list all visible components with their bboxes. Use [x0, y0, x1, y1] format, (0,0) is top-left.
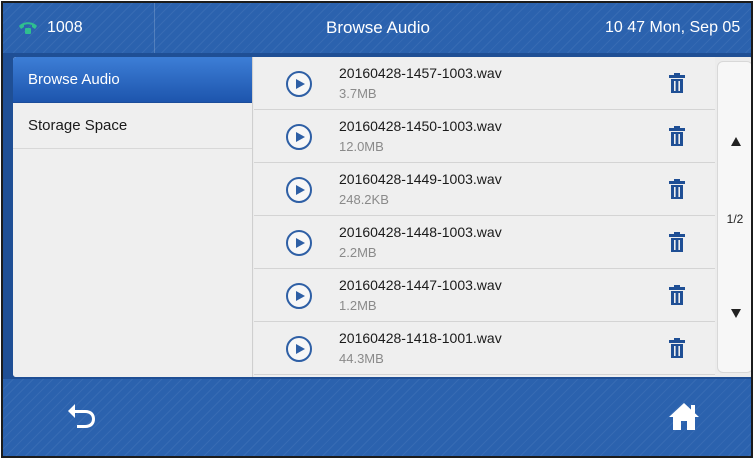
file-size: 3.7MB	[339, 86, 377, 101]
play-icon[interactable]	[286, 230, 312, 256]
page-indicator: 1/2	[726, 212, 744, 226]
file-name: 20160428-1450-1003.wav	[339, 118, 502, 134]
sidebar-item-label: Browse Audio	[28, 71, 120, 88]
sidebar: Browse Audio Storage Space	[13, 57, 253, 377]
sidebar-item-browse-audio[interactable]: Browse Audio	[13, 57, 252, 103]
file-name: 20160428-1457-1003.wav	[339, 65, 502, 81]
file-name: 20160428-1449-1003.wav	[339, 171, 502, 187]
file-size: 44.3MB	[339, 351, 384, 366]
list-item[interactable]: 20160428-1450-1003.wav 12.0MB	[254, 110, 715, 163]
file-size: 1.2MB	[339, 298, 377, 313]
trash-icon[interactable]	[669, 179, 685, 199]
trash-icon[interactable]	[669, 285, 685, 305]
list-item[interactable]: 20160428-1447-1003.wav 1.2MB	[254, 269, 715, 322]
list-item[interactable]: 20160428-1457-1003.wav 3.7MB	[254, 57, 715, 110]
audio-file-list: 20160428-1457-1003.wav 3.7MB 20160428-14…	[254, 57, 715, 377]
list-item[interactable]: 20160428-1448-1003.wav 2.2MB	[254, 216, 715, 269]
back-arrow-icon[interactable]	[65, 401, 99, 431]
sidebar-item-label: Storage Space	[28, 117, 128, 134]
phone-icon	[17, 21, 39, 35]
file-size: 248.2KB	[339, 192, 389, 207]
date-time: 10 47 Mon, Sep 05	[605, 19, 741, 36]
trash-icon[interactable]	[669, 232, 685, 252]
file-size: 2.2MB	[339, 245, 377, 260]
file-name: 20160428-1448-1003.wav	[339, 224, 502, 240]
list-item[interactable]: 20160428-1449-1003.wav 248.2KB	[254, 163, 715, 216]
content-panel: Browse Audio Storage Space 20160428-1457…	[13, 57, 751, 377]
play-icon[interactable]	[286, 336, 312, 362]
account-number: 1008	[47, 19, 83, 36]
page-down-icon[interactable]	[731, 309, 741, 318]
file-name: 20160428-1418-1001.wav	[339, 330, 502, 346]
play-icon[interactable]	[286, 124, 312, 150]
page-scroller: 1/2	[717, 61, 751, 373]
account-indicator[interactable]: 1008	[3, 3, 155, 53]
trash-icon[interactable]	[669, 338, 685, 358]
trash-icon[interactable]	[669, 126, 685, 146]
status-bar: 1008 Browse Audio 10 47 Mon, Sep 05	[3, 3, 751, 53]
play-icon[interactable]	[286, 71, 312, 97]
play-icon[interactable]	[286, 177, 312, 203]
file-name: 20160428-1447-1003.wav	[339, 277, 502, 293]
play-icon[interactable]	[286, 283, 312, 309]
page-title: Browse Audio	[326, 18, 430, 37]
list-item[interactable]: 20160428-1418-1001.wav 44.3MB	[254, 322, 715, 375]
trash-icon[interactable]	[669, 73, 685, 93]
softkey-bar	[3, 379, 751, 456]
page-up-icon[interactable]	[731, 137, 741, 146]
phone-screen: 1008 Browse Audio 10 47 Mon, Sep 05 Brow…	[1, 1, 753, 458]
file-size: 12.0MB	[339, 139, 384, 154]
home-icon[interactable]	[667, 399, 701, 433]
sidebar-item-storage-space[interactable]: Storage Space	[13, 103, 252, 149]
